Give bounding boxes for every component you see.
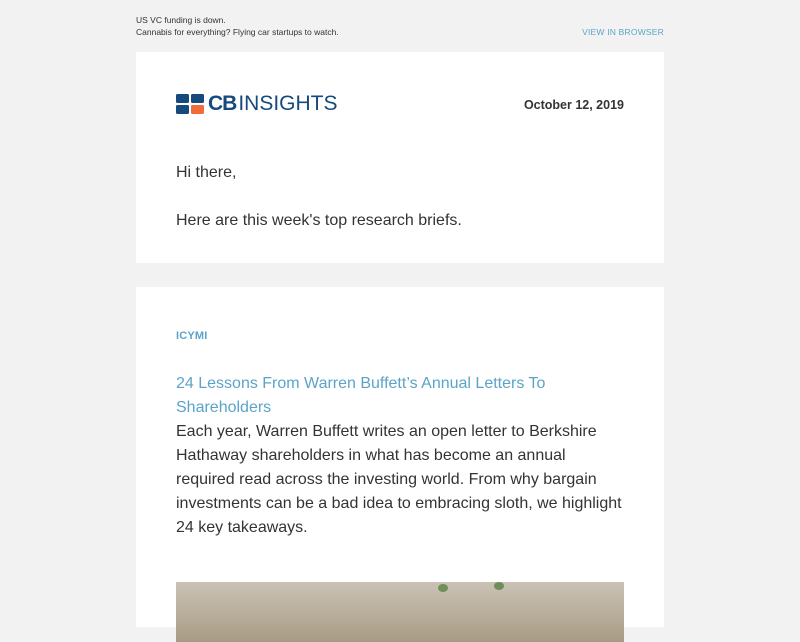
- leaf-shape: [494, 582, 504, 590]
- brief-image[interactable]: [176, 582, 624, 642]
- leaf-shape: [438, 584, 448, 592]
- brief-title-link[interactable]: 24 Lessons From Warren Buffett’s Annual …: [176, 372, 586, 420]
- preheader-line-1: US VC funding is down.: [136, 15, 226, 25]
- greeting: Hi there,: [176, 164, 237, 181]
- header-card: CB INSIGHTS October 12, 2019 Hi there, H…: [136, 52, 664, 263]
- brief-description: Each year, Warren Buffett writes an open…: [176, 423, 622, 536]
- cb-logo-mark-icon: [176, 94, 204, 114]
- logo-text-insights: INSIGHTS: [238, 92, 338, 115]
- issue-date: October 12, 2019: [523, 98, 624, 112]
- logo-text-cb: CB: [208, 92, 237, 115]
- view-in-browser-link[interactable]: VIEW IN BROWSER: [582, 27, 664, 37]
- cb-insights-logo[interactable]: CB INSIGHTS: [176, 92, 338, 115]
- brief-card: ICYMI 24 Lessons From Warren Buffett’s A…: [136, 287, 664, 642]
- brief-tag: ICYMI: [176, 330, 208, 342]
- intro-text: Here are this week's top research briefs…: [176, 212, 462, 229]
